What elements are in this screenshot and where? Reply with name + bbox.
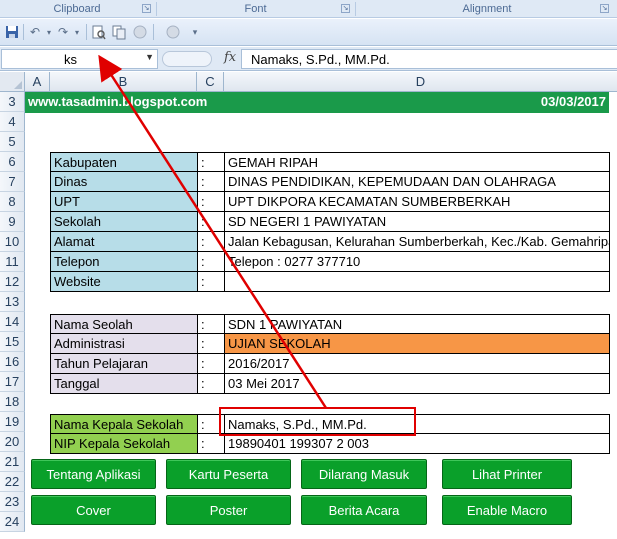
annotation-arrow [98,54,328,409]
